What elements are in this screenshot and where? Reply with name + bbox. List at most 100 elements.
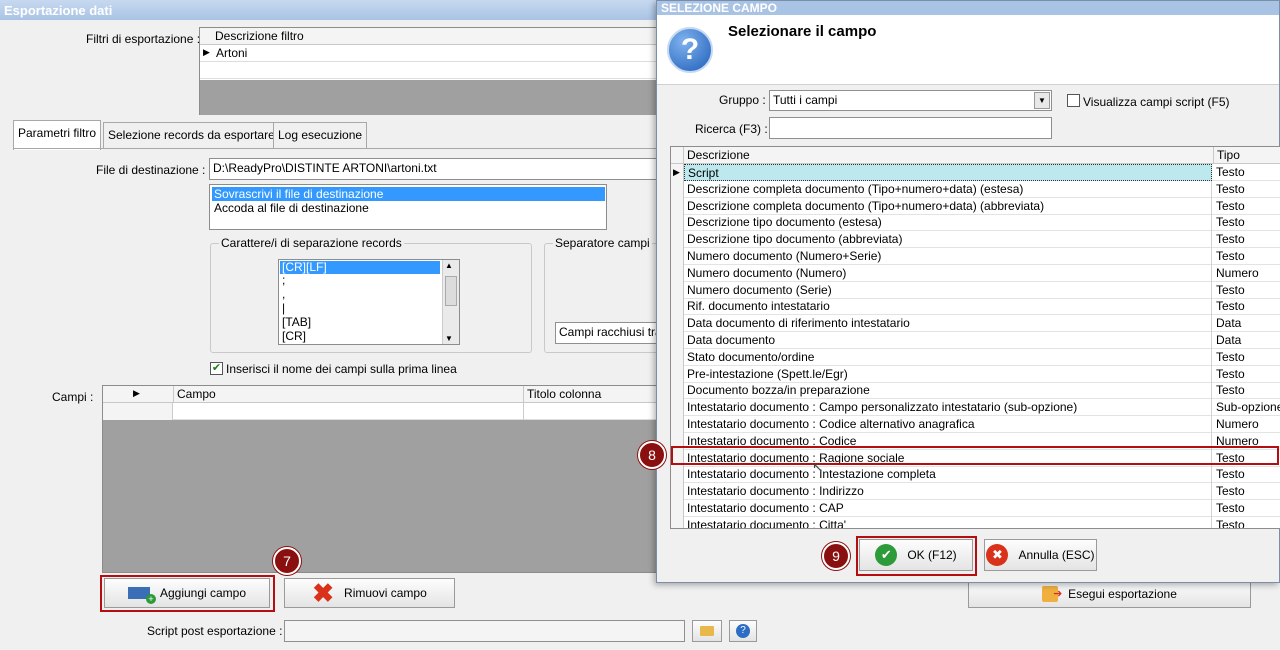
field-row[interactable]: Numero documento (Numero+Serie) Testo — [671, 248, 1280, 265]
field-row[interactable]: Intestatario documento : Intestazione co… — [671, 466, 1280, 484]
field-row[interactable]: Rif. documento intestatario Testo — [671, 298, 1280, 316]
fields-grid[interactable]: ▶ Campo Titolo colonna — [102, 385, 669, 573]
field-type: Data — [1216, 316, 1242, 331]
record-separator-title: Carattere/i di separazione records — [219, 236, 404, 250]
field-description: Intestatario documento : Codice — [684, 432, 1212, 450]
field-type: Testo — [1216, 282, 1245, 297]
field-row[interactable]: Intestatario documento : Indirizzo Testo — [671, 483, 1280, 501]
filters-row-label: Artoni — [216, 46, 248, 60]
script-fields-checkbox[interactable] — [1067, 94, 1080, 107]
help-button[interactable]: ? — [729, 620, 757, 642]
open-folder-button[interactable] — [692, 620, 722, 642]
field-row[interactable]: Numero documento (Serie) Testo — [671, 281, 1280, 299]
row-header — [671, 214, 684, 232]
field-description: Intestatario documento : Indirizzo — [684, 483, 1212, 501]
run-export-button[interactable]: ➜ Esegui esportazione — [968, 580, 1251, 608]
record-separator-group: Carattere/i di separazione records [CR][… — [210, 236, 532, 353]
separator-item[interactable]: [CR][LF] — [280, 261, 440, 274]
cancel-button[interactable]: ✖ Annulla (ESC) — [984, 539, 1097, 571]
field-row[interactable]: Descrizione tipo documento (abbreviata) T… — [671, 231, 1280, 249]
write-mode-list[interactable]: Sovrascrivi il file di destinazione Acco… — [209, 184, 607, 230]
row-header — [671, 298, 684, 316]
tab-selezione-records[interactable]: Selezione records da esportare — [103, 122, 280, 148]
field-row[interactable]: Descrizione tipo documento (estesa) Testo — [671, 214, 1280, 232]
remove-field-label: Rimuovi campo — [344, 586, 427, 600]
row-header — [671, 483, 684, 501]
remove-field-icon: ✖ — [312, 578, 335, 608]
field-row[interactable]: Intestatario documento : Ragione sociale… — [671, 449, 1280, 467]
enclosure-field[interactable]: Campi racchiusi tra — [555, 322, 670, 344]
tab-log-esecuzione[interactable]: Log esecuzione — [273, 122, 368, 148]
field-row[interactable]: Intestatario documento : Codice alternat… — [671, 416, 1280, 433]
cancel-label: Annulla (ESC) — [1018, 548, 1095, 562]
header-checkbox[interactable]: ✔ — [210, 362, 223, 375]
field-row[interactable]: Intestatario documento : Campo personali… — [671, 399, 1280, 417]
run-export-label: Esegui esportazione — [1068, 587, 1177, 601]
step-7-badge: 7 — [273, 547, 301, 575]
write-mode-option[interactable]: Sovrascrivi il file di destinazione — [212, 187, 605, 201]
fields-column-campo: Campo — [173, 386, 219, 403]
script-fields-label: Visualizza campi script (F5) — [1083, 95, 1230, 109]
row-header: ▶ — [671, 164, 684, 181]
field-row[interactable]: Intestatario documento : CAP Testo — [671, 500, 1280, 517]
field-type: Testo — [1216, 517, 1245, 529]
separator-item[interactable]: , — [280, 288, 440, 301]
separator-item[interactable]: ; — [280, 274, 440, 287]
field-description: Numero documento (Serie) — [684, 281, 1212, 299]
separator-item[interactable]: | — [280, 302, 440, 315]
group-select[interactable]: Tutti i campi ▼ — [769, 90, 1052, 111]
field-row[interactable]: Intestatario documento : Citta' Testo — [671, 516, 1280, 529]
row-header — [671, 382, 684, 400]
script-post-field[interactable] — [284, 620, 685, 642]
chevron-down-icon[interactable]: ▼ — [1034, 92, 1050, 109]
script-post-label: Script post esportazione : — [147, 624, 283, 638]
filters-grid[interactable]: Descrizione filtro ▶ Artoni — [199, 27, 669, 115]
filters-row[interactable]: ▶ Artoni — [200, 45, 668, 62]
record-separator-list[interactable]: [CR][LF] ; , | [TAB] [CR] ▲ ▼ — [278, 259, 460, 345]
search-label: Ricerca (F3) : — [695, 122, 768, 136]
scroll-up-icon[interactable]: ▲ — [445, 261, 453, 270]
list-scrollbar[interactable]: ▲ ▼ — [442, 260, 459, 344]
field-row[interactable]: Documento bozza/in preparazione Testo — [671, 382, 1280, 400]
field-row[interactable]: Descrizione completa documento (Tipo+num… — [671, 197, 1280, 215]
tab-parametri-filtro[interactable]: Parametri filtro — [13, 120, 102, 150]
field-row[interactable]: Pre-intestazione (Spett.le/Egr) Testo — [671, 365, 1280, 383]
write-mode-option[interactable]: Accoda al file di destinazione — [212, 201, 605, 215]
separator-item[interactable]: [CR] — [280, 330, 440, 343]
remove-field-button[interactable]: ✖ Rimuovi campo — [284, 578, 455, 608]
destination-field[interactable]: D:\ReadyPro\DISTINTE ARTONI\artoni.txt — [209, 158, 669, 180]
ok-button[interactable]: ✔ OK (F12) — [859, 539, 973, 571]
column-descrizione: Descrizione — [687, 148, 750, 162]
field-row[interactable]: Descrizione completa documento (Tipo+num… — [671, 180, 1280, 198]
add-field-button[interactable]: + Aggiungi campo — [104, 578, 270, 608]
scroll-down-icon[interactable]: ▼ — [445, 334, 453, 343]
folder-icon — [700, 626, 714, 636]
header-checkbox-label: Inserisci il nome dei campi sulla prima … — [226, 362, 457, 376]
dialog-heading: Selezionare il campo — [728, 23, 877, 40]
field-description: Intestatario documento : Citta' — [684, 516, 1212, 528]
field-row[interactable]: Stato documento/ordine Testo — [671, 348, 1280, 366]
field-type: Testo — [1216, 450, 1245, 465]
field-type: Testo — [1216, 467, 1245, 482]
search-input[interactable] — [769, 117, 1052, 139]
field-description: Intestatario documento : CAP — [684, 500, 1212, 517]
field-description: Descrizione completa documento (Tipo+num… — [684, 197, 1212, 215]
scroll-thumb[interactable] — [445, 276, 457, 306]
field-row[interactable]: Data documento di riferimento intestatar… — [671, 315, 1280, 333]
separator-item[interactable]: [TAB] — [280, 316, 440, 329]
row-header — [671, 516, 684, 528]
field-row[interactable]: Numero documento (Numero) Numero — [671, 264, 1280, 282]
field-description: Intestatario documento : Campo personali… — [684, 399, 1212, 417]
field-row[interactable]: Data documento Data — [671, 332, 1280, 349]
field-separator-title: Separatore campi — [553, 236, 652, 250]
field-row[interactable]: ▶ Script Testo — [671, 164, 1280, 181]
row-header — [671, 332, 684, 349]
field-type: Testo — [1216, 349, 1245, 364]
fields-list-grid[interactable]: Descrizione Tipo ▶ Script Testo Descrizione… — [670, 146, 1280, 529]
row-header — [671, 231, 684, 249]
mouse-cursor-icon: ↖ — [812, 459, 824, 475]
row-header — [671, 449, 684, 467]
field-row[interactable]: Intestatario documento : Codice Numero — [671, 432, 1280, 450]
row-header — [671, 180, 684, 198]
field-description: Rif. documento intestatario — [684, 298, 1212, 316]
